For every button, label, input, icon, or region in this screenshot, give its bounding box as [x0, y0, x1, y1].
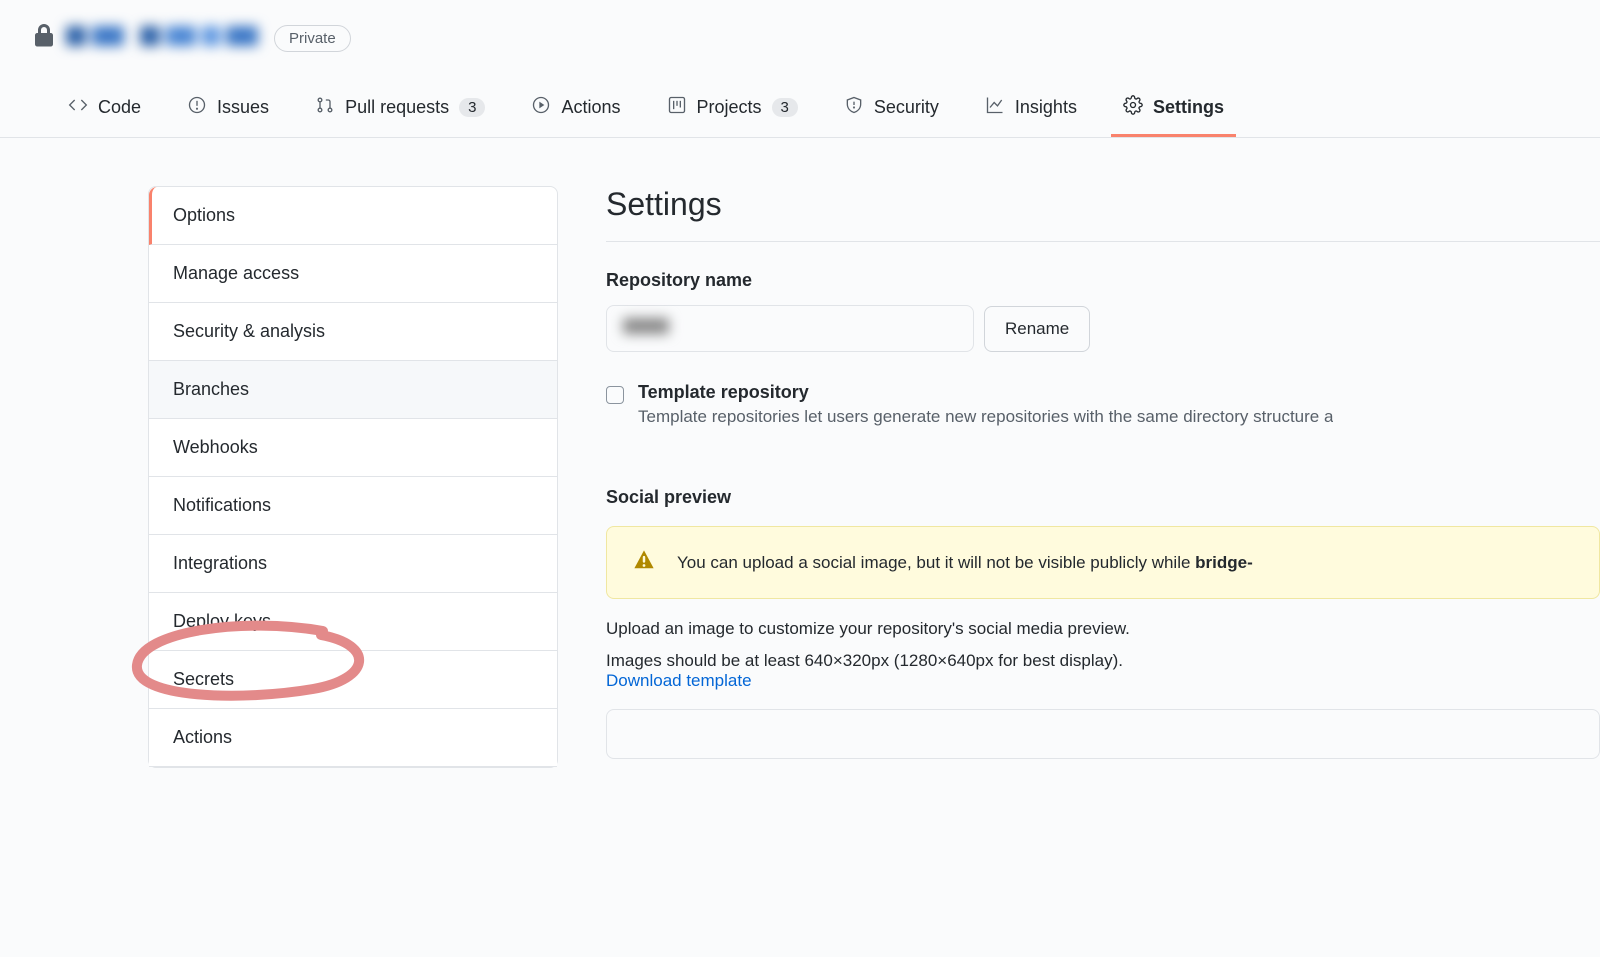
tab-projects[interactable]: Projects 3	[655, 81, 810, 137]
repo-name-label: Repository name	[606, 270, 1600, 291]
template-repository-hint: Template repositories let users generate…	[638, 407, 1333, 427]
sidebar-item-integrations[interactable]: Integrations	[149, 535, 557, 593]
tab-pull-requests[interactable]: Pull requests 3	[303, 81, 497, 137]
repo-name-value-redacted	[623, 318, 675, 339]
repo-name-input[interactable]	[606, 305, 974, 352]
tab-settings[interactable]: Settings	[1111, 81, 1236, 137]
tab-issues[interactable]: Issues	[175, 81, 281, 137]
tab-label: Insights	[1015, 97, 1077, 118]
shield-icon	[844, 95, 864, 120]
divider	[606, 241, 1600, 242]
template-repository-checkbox[interactable]	[606, 386, 624, 404]
sidebar-item-deploy-keys[interactable]: Deploy keys	[149, 593, 557, 651]
settings-title: Settings	[606, 186, 1600, 223]
projects-count: 3	[772, 98, 798, 117]
image-size-hint: Images should be at least 640×320px (128…	[606, 651, 1600, 691]
repo-header: Private	[0, 0, 1600, 53]
template-repository-label: Template repository	[638, 382, 1333, 403]
sidebar-item-options[interactable]: Options	[149, 187, 557, 245]
social-preview-heading: Social preview	[606, 487, 1600, 508]
tab-insights[interactable]: Insights	[973, 81, 1089, 137]
warning-text: You can upload a social image, but it wi…	[677, 553, 1253, 573]
sidebar-item-actions[interactable]: Actions	[149, 709, 557, 767]
alert-icon	[633, 549, 655, 576]
lock-icon	[32, 24, 56, 53]
play-icon	[531, 95, 551, 120]
tab-label: Pull requests	[345, 97, 449, 118]
repo-nav: Code Issues Pull requests 3 Actions Proj…	[0, 81, 1600, 138]
pull-requests-count: 3	[459, 98, 485, 117]
settings-sidebar: Options Manage access Security & analysi…	[148, 186, 558, 768]
settings-layout: Options Manage access Security & analysi…	[0, 138, 1600, 768]
gear-icon	[1123, 95, 1143, 120]
tab-label: Issues	[217, 97, 269, 118]
sidebar-item-webhooks[interactable]: Webhooks	[149, 419, 557, 477]
repo-owner-redacted	[66, 26, 130, 51]
tab-code[interactable]: Code	[56, 81, 153, 137]
tab-label: Actions	[561, 97, 620, 118]
tab-actions[interactable]: Actions	[519, 81, 632, 137]
tab-label: Settings	[1153, 97, 1224, 118]
sidebar-item-notifications[interactable]: Notifications	[149, 477, 557, 535]
issue-icon	[187, 95, 207, 120]
sidebar-item-manage-access[interactable]: Manage access	[149, 245, 557, 303]
settings-main: Settings Repository name Rename Template…	[606, 186, 1600, 768]
rename-button[interactable]: Rename	[984, 306, 1090, 352]
download-template-link[interactable]: Download template	[606, 671, 752, 690]
pull-request-icon	[315, 95, 335, 120]
sidebar-item-secrets[interactable]: Secrets	[149, 651, 557, 709]
graph-icon	[985, 95, 1005, 120]
upload-hint: Upload an image to customize your reposi…	[606, 619, 1600, 639]
sidebar-item-branches[interactable]: Branches	[149, 361, 557, 419]
tab-label: Projects	[697, 97, 762, 118]
visibility-badge: Private	[274, 25, 351, 52]
tab-security[interactable]: Security	[832, 81, 951, 137]
repo-name-redacted	[140, 26, 264, 51]
project-icon	[667, 95, 687, 120]
repo-title-row: Private	[32, 24, 1568, 53]
social-preview-upload-box[interactable]	[606, 709, 1600, 759]
tab-label: Code	[98, 97, 141, 118]
code-icon	[68, 95, 88, 120]
sidebar-item-security-analysis[interactable]: Security & analysis	[149, 303, 557, 361]
social-preview-warning: You can upload a social image, but it wi…	[606, 526, 1600, 599]
tab-label: Security	[874, 97, 939, 118]
